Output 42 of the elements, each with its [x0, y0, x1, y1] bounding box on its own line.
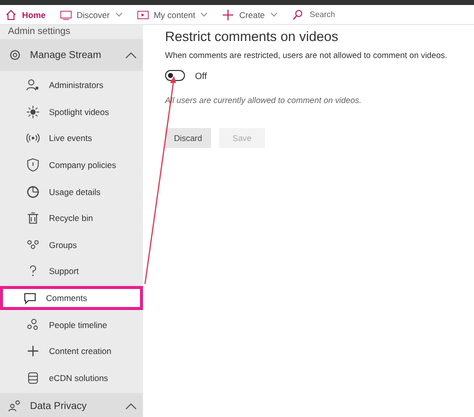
toggle-label: Off [195, 70, 207, 80]
pie-chart-icon [26, 184, 40, 199]
sun-icon [26, 104, 40, 119]
people-icon [8, 399, 22, 414]
nav-tab[interactable]: Home [5, 8, 46, 20]
people-icon [26, 318, 40, 332]
home-icon [5, 8, 17, 20]
sidebar-item[interactable]: Recycle bin [0, 206, 143, 231]
group-icon [26, 238, 40, 252]
sidebar-item[interactable]: Administrators [0, 73, 143, 98]
chevron-up-icon[interactable] [125, 51, 137, 59]
group-header[interactable]: Manage Stream [0, 39, 143, 71]
nav-tab[interactable]: Create [222, 8, 278, 20]
sidebar-item[interactable]: People timeline [0, 312, 143, 337]
database-icon [26, 370, 40, 385]
monitor-icon [60, 8, 72, 20]
chevron-up-icon[interactable] [125, 402, 137, 410]
section-heading: Admin settings [7, 25, 72, 39]
sidebar-item[interactable]: Live events [0, 126, 143, 151]
broadcast-icon [26, 131, 40, 146]
nav-tab[interactable]: Discover [60, 8, 123, 20]
trash-icon [26, 211, 40, 226]
person-icon [26, 78, 40, 92]
play-icon [136, 8, 149, 20]
sidebar-item[interactable]: Company policies [0, 152, 143, 178]
page-title: Restrict comments on videos [165, 29, 340, 44]
sidebar-item[interactable]: Comments [0, 286, 143, 310]
toggle-switch[interactable] [165, 70, 185, 81]
sidebar-item[interactable]: Spotlight videos [0, 100, 143, 124]
speech-bubble-icon [23, 291, 37, 306]
sidebar-item[interactable]: Content creation [0, 338, 143, 364]
plus-icon [26, 344, 40, 358]
description-text: When comments are restricted, users are not allowed to comment on videos. [165, 50, 448, 60]
shield-icon [26, 158, 40, 172]
sidebar-item[interactable]: Usage details [0, 179, 143, 204]
nav-tab[interactable]: My content [136, 8, 208, 20]
sidebar-item[interactable]: Groups [0, 232, 143, 258]
sidebar-item[interactable]: eCDN solutions [0, 366, 143, 390]
plus-icon [222, 8, 234, 20]
action-button[interactable]: Discard [165, 128, 211, 148]
sidebar-item[interactable]: Support [0, 259, 143, 284]
group-header[interactable]: Data Privacy [0, 393, 143, 417]
